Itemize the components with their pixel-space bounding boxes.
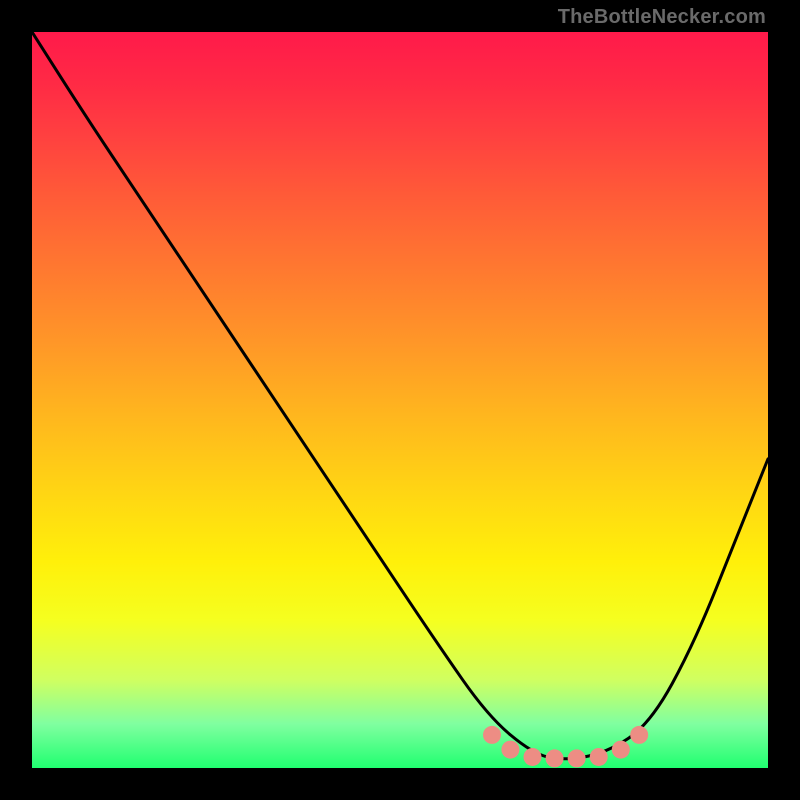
optimal-marker [523, 748, 541, 766]
optimal-marker [483, 726, 501, 744]
optimal-marker [501, 741, 519, 759]
optimal-marker [590, 748, 608, 766]
optimal-marker [546, 749, 564, 767]
optimal-marker [612, 741, 630, 759]
curve-svg [32, 32, 768, 768]
plot-area [32, 32, 768, 768]
curve-path [32, 32, 768, 759]
watermark-text: TheBottleNecker.com [558, 6, 766, 29]
optimal-marker [630, 726, 648, 744]
optimal-marker [568, 749, 586, 767]
chart-container: TheBottleNecker.com [0, 0, 800, 800]
bottleneck-curve [32, 32, 768, 759]
